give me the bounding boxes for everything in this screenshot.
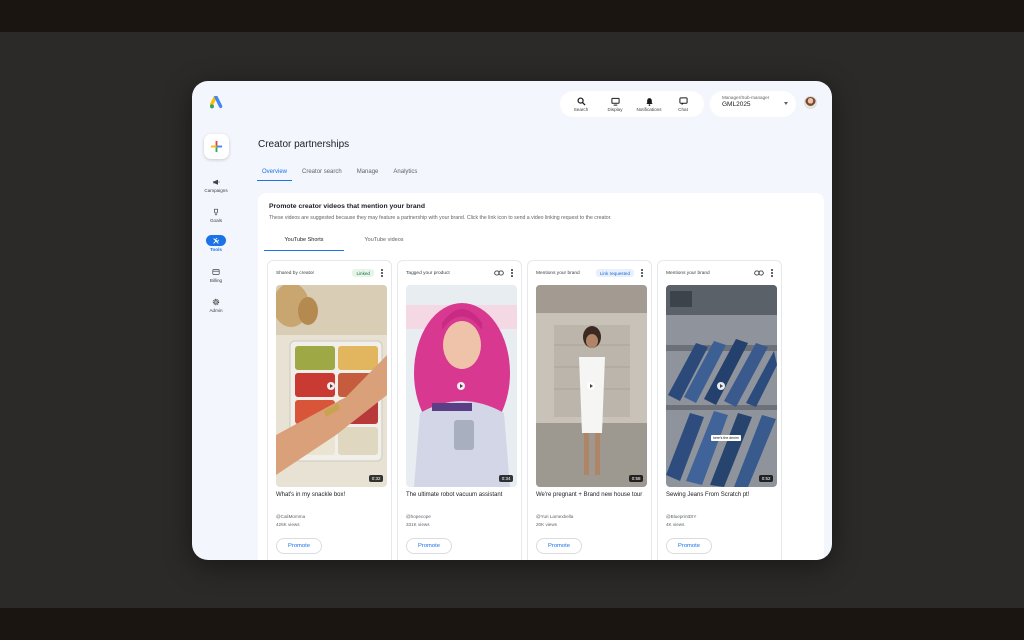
more-options-icon[interactable] [379,269,385,278]
sidebar-item-label: Tools [210,247,222,252]
chevron-down-icon [784,102,788,105]
play-icon [717,382,725,390]
video-status: Tagged your product [406,270,450,276]
display-icon [610,97,620,106]
notifications-button[interactable]: Notifications [632,97,666,112]
promote-button[interactable]: Promote [536,538,582,554]
letterbox-bottom [0,608,1024,640]
video-caption: here's the denim [711,435,741,441]
video-thumbnail[interactable]: 0:32 [276,285,387,487]
link-icon[interactable] [754,269,764,277]
video-type-tabs: YouTube Shorts YouTube videos [264,237,424,251]
more-options-icon[interactable] [639,269,645,278]
tools-icon [206,235,226,246]
sidebar-item-label: Billing [209,278,223,283]
chat-icon [678,96,688,105]
video-card: Tagged your product 0:34 The ultimate ro… [397,260,522,560]
app-window: Search Display Notifications Chat Manage… [192,81,832,560]
link-icon[interactable] [494,269,504,277]
search-button[interactable]: Search [564,96,598,112]
video-duration: 0:58 [629,475,643,482]
video-views: 20K views [536,522,557,527]
video-card: Mentions your brand Link requested 0:58 … [527,260,652,560]
video-duration: 0:52 [759,475,773,482]
video-duration: 0:32 [369,475,383,482]
avatar[interactable] [804,96,817,109]
promote-button[interactable]: Promote [276,538,322,554]
play-icon [457,382,465,390]
more-options-icon[interactable] [769,269,775,278]
creator-handle: @hopecope [406,514,431,519]
section-description: These videos are suggested because they … [269,215,612,221]
megaphone-icon [206,176,226,187]
creator-handle: @CaliMomma [276,514,306,519]
link-requested-badge: Link requested [595,269,634,277]
search-icon [576,96,586,106]
creator-handle: @Yuri Lamexbella [536,514,574,519]
create-button[interactable] [204,134,229,159]
account-role: Manager/Sub-manager [722,95,770,100]
video-card: Mentions your brand here's the denim 0:5… [657,260,782,560]
page-title: Creator partnerships [258,139,350,150]
sidebar-item-campaigns[interactable]: Campaigns [196,176,236,193]
gear-icon [206,296,226,307]
letterbox-top [0,0,1024,32]
promote-videos-panel: Promote creator videos that mention your… [258,193,824,560]
chat-label: Chat [678,106,688,112]
video-thumbnail[interactable]: here's the denim 0:52 [666,285,777,487]
sidebar-item-admin[interactable]: Admin [196,296,236,313]
video-card-list: Shared by creator Linked 0:32 What's in … [267,260,782,560]
creator-handle: @BlueprintDIY [666,514,697,519]
plus-icon [210,140,223,153]
play-icon [587,382,595,390]
account-switcher[interactable]: Manager/Sub-manager GML2025 [710,91,796,117]
tab-overview[interactable]: Overview [256,169,293,181]
video-views: 4K views [666,522,685,527]
video-thumbnail[interactable]: 0:58 [536,285,647,487]
play-icon [327,382,335,390]
section-title: Promote creator videos that mention your… [269,203,425,210]
video-views: 426K views [276,522,300,527]
page-tabs: Overview Creator search Manage Analytics [256,169,432,181]
tab-youtube-videos[interactable]: YouTube videos [344,237,424,251]
tab-manage[interactable]: Manage [357,169,379,181]
promote-button[interactable]: Promote [666,538,712,554]
sidebar-item-billing[interactable]: Billing [196,266,236,283]
sidebar-item-goals[interactable]: Goals [196,206,236,223]
sidebar-item-label: Campaigns [204,188,228,193]
more-options-icon[interactable] [509,269,515,278]
tab-youtube-shorts[interactable]: YouTube Shorts [264,237,344,251]
credit-card-icon [206,266,226,277]
video-status: Shared by creator [276,270,315,276]
sidebar-item-label: Admin [209,308,223,313]
video-card: Shared by creator Linked 0:32 What's in … [267,260,392,560]
linked-badge: Linked [352,269,374,277]
video-status: Mentions your brand [666,270,710,276]
chat-button[interactable]: Chat [666,96,700,112]
video-views: 331K views [406,522,430,527]
display-label: Display [607,106,623,112]
search-label: Search [573,106,589,112]
video-title: Sewing Jeans From Scratch pt! [666,492,750,498]
bell-icon [645,97,653,106]
video-title: We're pregnant + Brand new house tour [536,492,643,498]
tab-analytics[interactable]: Analytics [393,169,417,181]
video-title: What's in my snackle box! [276,492,346,498]
top-actions-bar: Search Display Notifications Chat [560,91,704,117]
video-duration: 0:34 [499,475,513,482]
sidebar-item-label: Goals [209,218,222,223]
promote-button[interactable]: Promote [406,538,452,554]
google-ads-logo[interactable] [210,96,226,110]
notifications-label: Notifications [636,106,662,112]
trophy-icon [206,206,226,217]
video-thumbnail[interactable]: 0:34 [406,285,517,487]
display-button[interactable]: Display [598,97,632,112]
video-title: The ultimate robot vacuum assistant [406,492,503,498]
tab-creator-search[interactable]: Creator search [302,169,342,181]
sidebar-item-tools[interactable]: Tools [196,235,236,252]
video-status: Mentions your brand [536,270,580,276]
